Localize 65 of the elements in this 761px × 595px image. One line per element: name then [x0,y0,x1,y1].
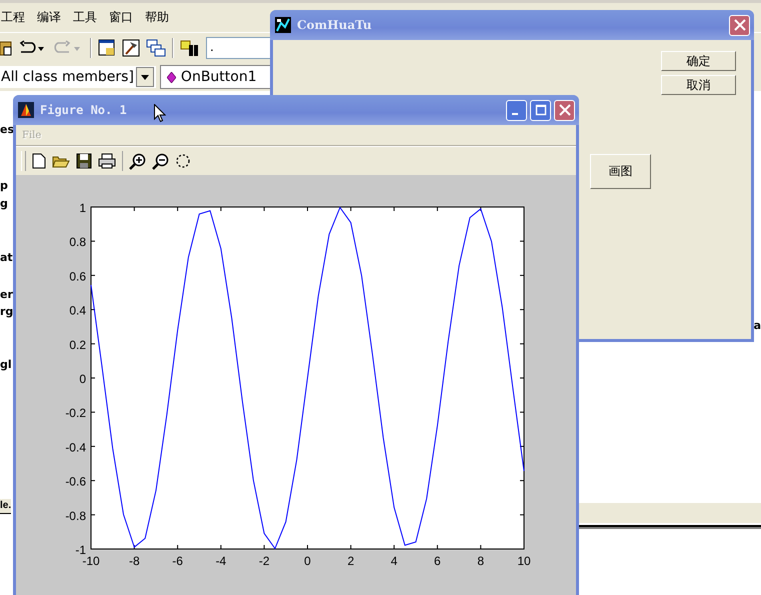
save-icon[interactable] [76,153,92,169]
axis-tick-label: 8 [477,554,484,568]
axis-tick-label: 10 [517,554,531,568]
axis-tick-label: -2 [258,554,270,568]
zoom-out-icon[interactable] [152,152,169,170]
axis-tick-label: -4 [216,554,226,568]
code-text: g [0,197,8,210]
code-text: a [754,319,761,332]
axis-tick-label: -0.8 [65,508,86,523]
code-text: es [0,123,14,136]
maximize-button[interactable] [530,100,551,120]
axis-tick-label: 0.6 [69,269,86,284]
window-icon[interactable] [98,39,116,57]
code-text: gl [0,358,12,371]
menu-item[interactable]: 工程 [1,9,25,26]
axis-tick-label: -6 [172,554,183,568]
hammer-icon[interactable] [122,39,140,57]
dialog-button[interactable]: 确定 [661,51,736,71]
printer-icon[interactable] [98,153,116,169]
cursor-icon [154,104,166,123]
minimize-button[interactable] [506,100,527,120]
axis-tick-label: 0 [79,372,86,386]
axis-tick-label: -8 [128,554,140,568]
code-text: at [0,251,13,264]
code-text: rg [0,305,14,318]
axis-tick-label: -0.4 [65,440,86,454]
axis-tick-label: -0.6 [65,474,86,489]
app-icon [275,17,291,33]
clipboard-icon[interactable] [0,39,12,57]
code-text: p [0,179,8,192]
window-title: ComHuaTu [297,18,373,32]
new-file-icon[interactable] [32,153,46,169]
caret-icon [140,74,149,80]
tab[interactable]: le. [0,499,12,514]
axis-tick-label: 4 [390,554,398,568]
axis-tick-label: 0 [304,554,311,568]
menu-item[interactable]: 编译 [37,9,61,26]
close-icon [558,104,570,116]
menu-item[interactable]: 帮助 [145,9,169,26]
windows-icon[interactable] [146,39,166,57]
menu-item[interactable]: 窗口 [109,9,133,26]
axis-tick-label: 0.8 [69,235,86,250]
app-icon [18,102,34,118]
class-filter-dropdown[interactable]: All class members] [0,66,156,88]
diamond-icon [166,72,176,82]
axis-tick-label: -1 [75,543,86,557]
axis-tick-label: 2 [347,554,354,568]
close-button[interactable] [554,100,575,120]
axis-tick-label: 0.2 [69,338,86,352]
axis-tick-label: 1 [79,201,86,215]
zoom-in-icon[interactable] [129,152,146,170]
maximize-icon [534,104,546,116]
close-icon [734,19,746,31]
axis-tick-label: -10 [82,554,100,568]
minimize-icon [512,113,518,115]
draw-button[interactable]: 画图 [590,154,651,189]
menu-item[interactable]: 工具 [73,9,97,26]
rotate-icon[interactable] [175,153,191,169]
axis-tick-label: -0.2 [65,406,86,420]
axis-tick-label: 6 [434,554,441,568]
code-text: er [0,288,13,301]
close-button[interactable] [729,14,750,36]
dialog-button[interactable]: 取消 [661,75,736,95]
axis-tick-label: 0.4 [69,304,86,318]
window-title: Figure No. 1 [40,103,127,117]
